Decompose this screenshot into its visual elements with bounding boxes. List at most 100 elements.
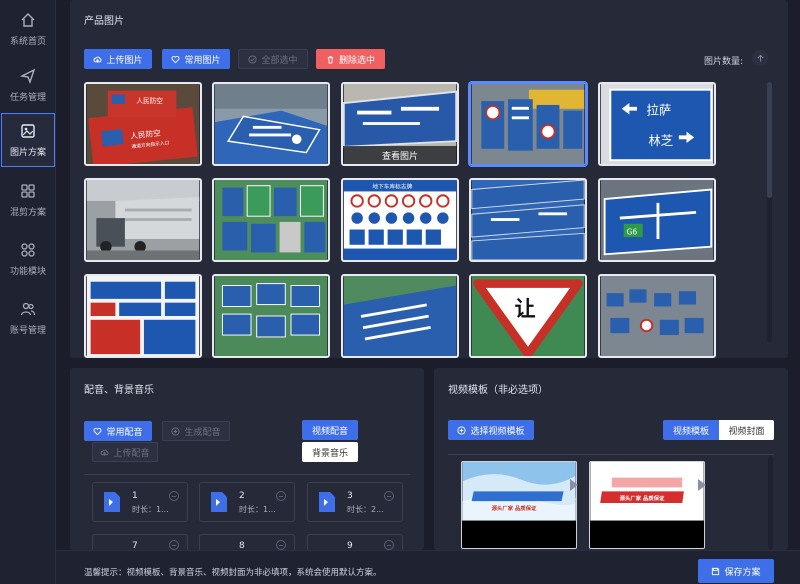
image-thumb-7[interactable] [212,178,330,262]
audio-card-3[interactable]: 3 时长：2... [307,482,403,522]
image-thumb-2[interactable] [212,82,330,166]
image-count-label: 图片数量: [704,57,744,67]
save-icon [712,567,720,575]
tab-video-template[interactable]: 视频模板 [663,420,719,440]
remove-icon[interactable] [169,540,179,550]
sidebar-item-label: 图片方案 [9,147,46,158]
image-thumb-11[interactable] [84,274,202,358]
image-thumb-1[interactable]: 人民防空 人民防空 通道方向指示入口 [84,82,202,166]
audio-card-8[interactable]: 8 [199,534,295,551]
template-card-2[interactable]: 源头厂家 品质保证 [589,461,705,549]
footer-tip: 温馨提示：视频模板、背景音乐、视频封面为非必填项，系统会使用默认方案。 [84,568,382,578]
sidebar-item-images[interactable]: 图片方案 [1,113,55,167]
image-thumb-6[interactable] [84,178,202,262]
upload-images-button[interactable]: 上传图片 [84,49,152,69]
image-thumb-9[interactable] [469,178,587,262]
image-thumb-12[interactable] [212,274,330,358]
audio-file-icon [319,492,335,512]
divider [448,454,774,455]
image-thumb-4[interactable] [469,82,587,166]
plus-circle-icon [171,426,181,436]
template-card-1[interactable]: 源头厂家 品质保证 [461,461,577,549]
cloud-upload-icon [101,449,109,456]
users-icon [20,302,36,315]
remove-icon[interactable] [276,491,286,501]
tab-video-voice[interactable]: 视频配音 [302,420,358,440]
play-arrow-icon [570,479,578,491]
sidebar-item-label: 系统首页 [9,36,46,47]
audio-panel: 配音、背景音乐 常用配音 生成配音 上传配音 视频配音 背景音乐 1 时长：1.… [70,368,424,551]
image-thumb-10[interactable]: G6 [598,178,716,262]
audio-card-9[interactable]: 9 [307,534,403,551]
select-all-button[interactable]: 全部选中 [238,49,308,69]
heart-icon [172,55,180,63]
sidebar-item-label: 账号管理 [9,325,46,336]
remove-icon[interactable] [169,491,179,501]
panel-title: 配音、背景音乐 [84,385,154,396]
image-thumb-15[interactable] [598,274,716,358]
image-thumb-8[interactable]: 地下车库标志牌 [341,178,459,262]
heart-icon [94,427,102,435]
video-template-panel: 视频模板（非必选项） 选择视频模板 视频模板 视频封面 源头厂家 品质保证 源头… [434,368,788,550]
remove-icon[interactable] [276,540,286,550]
tab-video-cover[interactable]: 视频封面 [719,420,774,440]
image-thumb-3[interactable]: 查看图片 [341,82,459,166]
sidebar-item-label: 功能模块 [9,266,46,277]
common-images-button[interactable]: 常用图片 [162,49,230,69]
yield-sign-text: 让 [515,297,536,321]
generate-voice-button[interactable]: 生成配音 [162,421,230,441]
panel-title: 视频模板（非必选项） [448,385,548,396]
sidebar: 系统首页 任务管理 图片方案 混剪方案 功能模块 账号管理 [0,0,56,584]
arrow-up-icon [756,54,764,62]
audio-card-1[interactable]: 1 时长：1... [92,482,188,522]
template-scrollbar-track[interactable] [768,456,773,550]
audio-card-7[interactable]: 7 [92,534,188,551]
footer-bar: 温馨提示：视频模板、背景音乐、视频封面为非必填项，系统会使用默认方案。 保存方案 [56,550,800,584]
cloud-upload-icon [94,56,102,63]
play-arrow-icon [698,479,706,491]
panel-title: 产品图片 [84,16,124,27]
template-2-text: 源头厂家 品质保证 [620,494,665,502]
g6-text: G6 [627,227,638,236]
audio-file-icon [104,492,120,512]
view-image-overlay[interactable]: 查看图片 [343,146,457,164]
template-1-text: 源头厂家 品质保证 [492,504,537,512]
red-sign-photo: 人民防空 人民防空 通道方向指示入口 [86,84,200,164]
tab-background-music[interactable]: 背景音乐 [302,442,358,462]
image-icon [21,123,35,138]
save-plan-button[interactable]: 保存方案 [698,559,774,583]
product-images-panel: 产品图片 上传图片 常用图片 全部选中 删除选中 图片数量: 人民防空 人民防空… [70,0,788,358]
modules-icon [21,242,35,257]
upload-voice-button[interactable]: 上传配音 [92,442,158,462]
sign-header-text: 地下车库标志牌 [372,183,412,191]
scroll-top-button[interactable] [752,50,768,66]
send-icon [20,68,36,84]
common-voice-button[interactable]: 常用配音 [84,421,152,441]
images-scrollbar-thumb[interactable] [767,82,772,198]
image-thumb-14[interactable]: 让 [469,274,587,358]
sidebar-item-mix[interactable]: 混剪方案 [1,173,55,227]
check-circle-icon [248,54,258,64]
choose-template-button[interactable]: 选择视频模板 [448,420,534,440]
sidebar-item-home[interactable]: 系统首页 [1,2,55,56]
red-sign-text-1: 人民防空 [136,96,163,105]
sign-text-lhasa: 拉萨 [647,102,672,117]
image-thumb-13[interactable] [341,274,459,358]
remove-icon[interactable] [384,491,394,501]
sign-text-nyingchi: 林芝 [648,133,673,148]
sidebar-item-tasks[interactable]: 任务管理 [1,58,55,112]
home-icon [21,12,35,27]
sidebar-item-modules[interactable]: 功能模块 [1,232,55,286]
remove-icon[interactable] [384,540,394,550]
delete-selected-button[interactable]: 删除选中 [316,49,385,69]
grid-icon [21,183,35,198]
divider [84,474,410,475]
sidebar-item-label: 任务管理 [9,92,46,103]
image-thumb-5[interactable]: 拉萨 林芝 [598,82,716,166]
sidebar-item-accounts[interactable]: 账号管理 [1,291,55,345]
plus-circle-icon [457,425,467,435]
sidebar-item-label: 混剪方案 [9,207,46,218]
audio-file-icon [211,492,227,512]
trash-icon [327,55,334,64]
audio-card-2[interactable]: 2 时长：1... [199,482,295,522]
